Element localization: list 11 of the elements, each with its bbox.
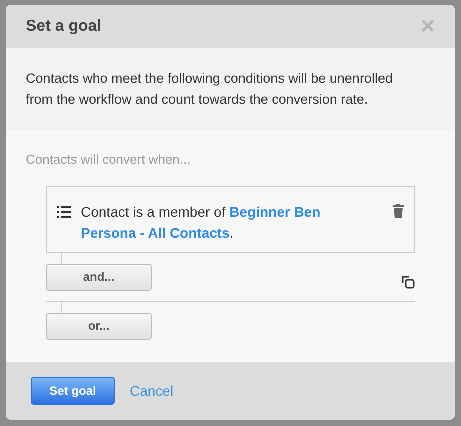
or-button[interactable]: or... (46, 312, 152, 340)
dialog-title: Set a goal (26, 16, 102, 36)
cancel-link[interactable]: Cancel (130, 380, 174, 402)
section-label: Contacts will convert when... (26, 151, 192, 169)
set-goal-button[interactable]: Set goal (31, 377, 115, 405)
copy-icon[interactable] (402, 276, 415, 288)
list-icon (57, 206, 71, 218)
condition-text: Contact is a member of Beginner Ben Persona - All Contacts. (81, 202, 322, 242)
trash-icon[interactable] (393, 204, 404, 218)
description-text: Contacts who meet the following conditions will be unenrolled from the workflow and count towards the conversion rate. (26, 70, 394, 109)
and-button[interactable]: and... (46, 264, 152, 290)
